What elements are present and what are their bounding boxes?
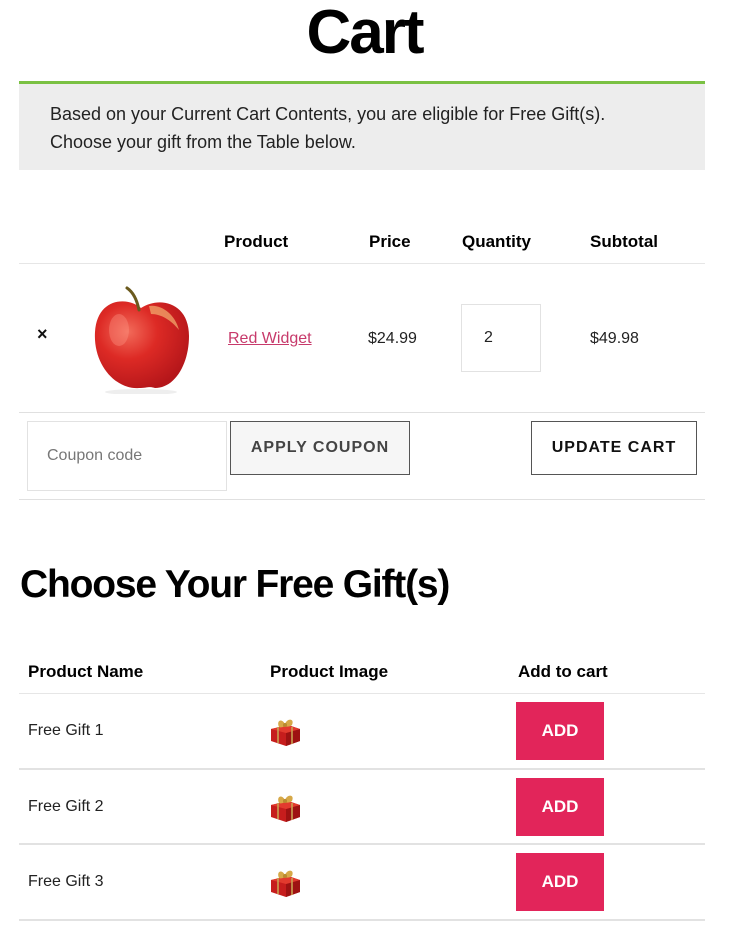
remove-item-icon[interactable]: × [37,324,48,345]
update-cart-button[interactable]: UPDATE CART [531,421,697,475]
cart-table-header: Product Price Quantity Subtotal [19,220,705,264]
column-header-subtotal: Subtotal [590,232,658,251]
gift-row: Free Gift 3 ADD [19,845,705,921]
gift-name: Free Gift 1 [28,722,104,739]
cart-actions-row: APPLY COUPON UPDATE CART [19,413,705,500]
column-header-product-image: Product Image [270,662,389,681]
quantity-input[interactable] [461,304,541,372]
gift-box-icon [271,870,300,897]
gift-box-icon [271,719,300,746]
item-subtotal: $49.98 [590,330,639,347]
free-gift-notice: Based on your Current Cart Contents, you… [19,81,705,170]
coupon-code-input[interactable] [27,421,227,491]
page-title: Cart [306,0,424,67]
column-header-quantity: Quantity [462,232,531,251]
cart-table: Product Price Quantity Subtotal × Red Wi… [19,220,705,500]
column-header-add-to-cart: Add to cart [518,662,608,681]
apple-icon[interactable] [89,284,194,394]
notice-line-2: Choose your gift from the Table below. [50,132,356,152]
gift-row: Free Gift 2 ADD [19,770,705,845]
gift-row: Free Gift 1 ADD [19,694,705,770]
gift-box-icon [271,795,300,822]
column-header-price: Price [369,232,411,251]
notice-line-1: Based on your Current Cart Contents, you… [50,104,606,124]
item-price: $24.99 [368,330,417,347]
gift-name: Free Gift 3 [28,873,104,890]
gift-name: Free Gift 2 [28,797,104,815]
free-gifts-table: Product Name Product Image Add to cart F… [19,650,705,921]
product-link-red-widget[interactable]: Red Widget [228,330,312,348]
free-gifts-title: Choose Your Free Gift(s) [20,563,450,606]
cart-item-row: × Red Widget $24.99 $49.98 [19,264,705,413]
apply-coupon-button[interactable]: APPLY COUPON [230,421,410,475]
gift-table-header: Product Name Product Image Add to cart [19,650,705,694]
column-header-product-name: Product Name [28,662,144,681]
add-gift-button[interactable]: ADD [516,853,604,911]
column-header-product: Product [224,232,289,251]
add-gift-button[interactable]: ADD [516,702,604,760]
add-gift-button[interactable]: ADD [516,777,604,836]
